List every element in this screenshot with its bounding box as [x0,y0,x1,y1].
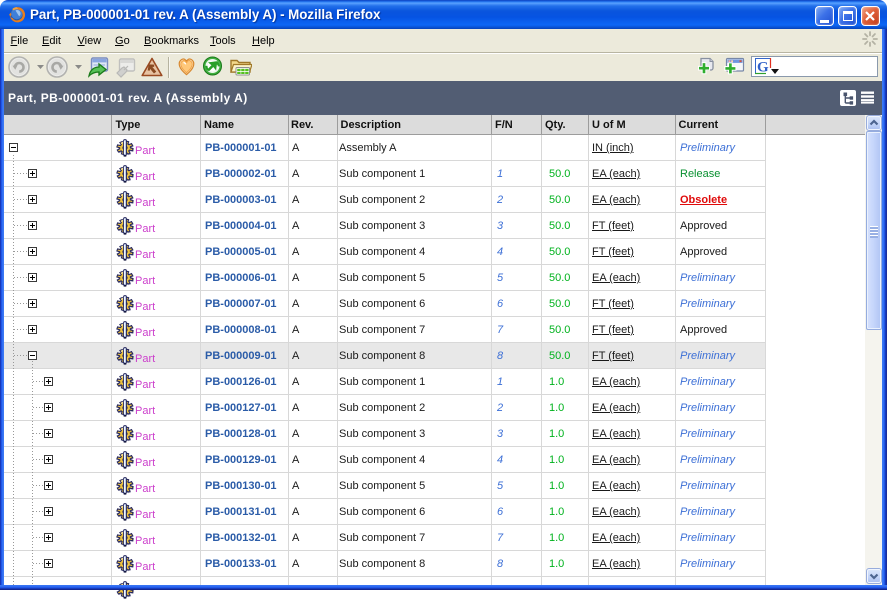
svg-text:G: G [757,60,769,76]
